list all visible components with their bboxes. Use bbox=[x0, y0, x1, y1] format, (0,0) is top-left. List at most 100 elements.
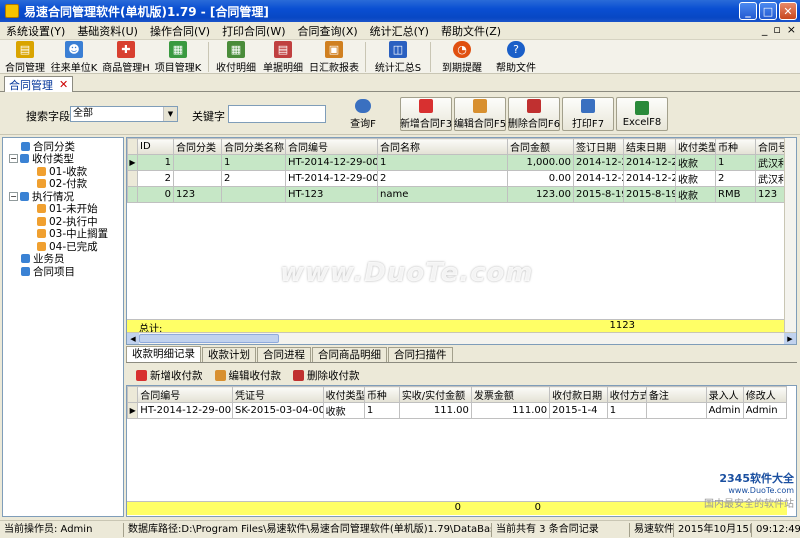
column-header[interactable]: 合同分类名称 bbox=[221, 138, 286, 155]
table-cell[interactable] bbox=[645, 402, 707, 419]
table-row[interactable]: 0 123 HT-123 name 123.00 2015-8-19 2015-… bbox=[127, 186, 788, 203]
column-header[interactable]: ID bbox=[137, 138, 174, 155]
edit-contract-button[interactable]: 编辑合同F5 bbox=[454, 97, 506, 131]
table-cell[interactable]: name bbox=[377, 186, 508, 203]
table-row[interactable]: HT-2014-12-29-00 SK-2015-03-04-00 收款 1 1… bbox=[127, 402, 788, 419]
table-cell[interactable]: 1 bbox=[221, 154, 286, 171]
edit-payment-button[interactable]: 编辑收付款 bbox=[214, 368, 281, 383]
table-cell[interactable]: 2014-12-2 bbox=[623, 170, 676, 187]
menu-item-print-contract[interactable]: 打印合同(W) bbox=[216, 23, 291, 39]
column-header[interactable]: 结束日期 bbox=[623, 138, 676, 155]
mdi-minimize-button[interactable]: _ bbox=[762, 23, 768, 36]
menu-item-basic-data[interactable]: 基础资料(U) bbox=[71, 23, 144, 39]
column-header[interactable]: 录入人 bbox=[705, 386, 744, 403]
add-payment-button[interactable]: 新增收付款 bbox=[136, 368, 203, 383]
menu-item-query-contract[interactable]: 合同查询(X) bbox=[292, 23, 364, 39]
print-button[interactable]: 打印F7 bbox=[562, 97, 614, 131]
column-header[interactable]: 币种 bbox=[363, 386, 400, 403]
table-cell[interactable]: Admin bbox=[742, 402, 788, 419]
vertical-scrollbar[interactable] bbox=[784, 138, 796, 333]
table-cell[interactable]: 1 bbox=[715, 154, 756, 171]
tab-contract-scans[interactable]: 合同扫描件 bbox=[388, 347, 453, 362]
column-header[interactable]: 币种 bbox=[715, 138, 756, 155]
close-button[interactable]: ✕ bbox=[779, 2, 797, 20]
table-cell[interactable]: 1 bbox=[377, 154, 508, 171]
table-cell[interactable]: HT-2014-12-29-00 bbox=[285, 154, 378, 171]
table-cell[interactable]: 2014-12-2 bbox=[623, 154, 676, 171]
column-header[interactable]: 收付类型 bbox=[322, 386, 365, 403]
table-cell[interactable]: SK-2015-03-04-00 bbox=[232, 402, 324, 419]
search-field-select[interactable]: 全部 ▼ bbox=[70, 106, 178, 122]
column-header[interactable]: 合同分类 bbox=[173, 138, 222, 155]
table-cell[interactable]: 2 bbox=[137, 170, 174, 187]
column-header[interactable]: 签订日期 bbox=[573, 138, 624, 155]
tab-contract-manage[interactable]: 合同管理 ✕ bbox=[4, 76, 74, 92]
table-cell[interactable]: 收款 bbox=[675, 154, 716, 171]
table-cell[interactable]: 2015-8-19 bbox=[623, 186, 676, 203]
table-cell[interactable]: 武汉利 bbox=[755, 154, 788, 171]
excel-export-button[interactable]: ExcelF8 bbox=[616, 97, 668, 131]
table-cell[interactable] bbox=[173, 170, 222, 187]
table-cell[interactable]: 2 bbox=[715, 170, 756, 187]
maximize-button[interactable]: □ bbox=[759, 2, 777, 20]
table-cell[interactable]: 2015-8-19 bbox=[573, 186, 624, 203]
table-cell[interactable]: 111.00 bbox=[470, 402, 551, 419]
column-header[interactable]: 合同号 bbox=[755, 138, 788, 155]
table-cell[interactable] bbox=[173, 154, 222, 171]
table-cell[interactable]: 2014-12-2 bbox=[573, 154, 624, 171]
toolbar-help-button[interactable]: ? 帮助文件 bbox=[489, 40, 543, 74]
table-cell[interactable]: 0 bbox=[137, 186, 174, 203]
column-header[interactable]: 实收/实付金额 bbox=[398, 386, 472, 403]
column-header[interactable]: 收付款日期 bbox=[549, 386, 608, 403]
menu-item-statistics[interactable]: 统计汇总(Y) bbox=[364, 23, 435, 39]
toolbar-partners-button[interactable]: ☻ 往来单位K bbox=[48, 40, 100, 74]
toolbar-goods-button[interactable]: ✚ 商品管理H bbox=[100, 40, 152, 74]
tab-payment-records[interactable]: 收款明细记录 bbox=[126, 346, 201, 362]
toolbar-project-button[interactable]: ▦ 项目管理K bbox=[152, 40, 204, 74]
column-header[interactable]: 备注 bbox=[645, 386, 707, 403]
toolbar-daily-report-button[interactable]: ▣ 日汇款报表 bbox=[307, 40, 361, 74]
delete-contract-button[interactable]: 删除合同F6 bbox=[508, 97, 560, 131]
column-header[interactable]: 凭证号 bbox=[232, 386, 324, 403]
table-cell[interactable]: 1 bbox=[363, 402, 400, 419]
table-row[interactable]: 1 1 HT-2014-12-29-00 1 1,000.00 2014-12-… bbox=[127, 154, 788, 171]
toolbar-expiry-reminder-button[interactable]: ◔ 到期提醒 bbox=[435, 40, 489, 74]
scroll-thumb[interactable] bbox=[139, 334, 279, 343]
table-cell[interactable]: 2 bbox=[221, 170, 286, 187]
table-cell[interactable]: 收款 bbox=[675, 186, 716, 203]
keyword-input[interactable] bbox=[228, 105, 326, 123]
tab-payment-plan[interactable]: 收款计划 bbox=[202, 347, 256, 362]
collapse-icon[interactable]: − bbox=[9, 154, 18, 164]
column-header[interactable]: 发票金额 bbox=[470, 386, 551, 403]
table-cell[interactable]: 2015-1-4 bbox=[549, 402, 608, 419]
table-cell[interactable]: Admin bbox=[705, 402, 744, 419]
table-cell[interactable]: 123 bbox=[173, 186, 222, 203]
minimize-button[interactable]: _ bbox=[739, 2, 757, 20]
chevron-down-icon[interactable]: ▼ bbox=[163, 107, 177, 121]
table-cell[interactable]: 111.00 bbox=[398, 402, 472, 419]
table-cell[interactable]: 武汉利 bbox=[755, 170, 788, 187]
table-cell[interactable]: RMB bbox=[715, 186, 756, 203]
column-header[interactable]: 收付类型 bbox=[675, 138, 716, 155]
tree-node-contract-project[interactable]: 合同项目 bbox=[3, 265, 123, 278]
tab-contract-goods[interactable]: 合同商品明细 bbox=[312, 347, 387, 362]
table-cell[interactable]: HT-123 bbox=[285, 186, 378, 203]
menu-item-system[interactable]: 系统设置(Y) bbox=[0, 23, 71, 39]
table-cell[interactable]: 2014-12-2 bbox=[573, 170, 624, 187]
toolbar-receipt-detail-button[interactable]: ▤ 单据明细 bbox=[259, 40, 307, 74]
menu-item-help[interactable]: 帮助文件(Z) bbox=[435, 23, 507, 39]
table-cell[interactable]: 2 bbox=[377, 170, 508, 187]
toolbar-statistics-button[interactable]: ◫ 统计汇总S bbox=[370, 40, 426, 74]
table-cell[interactable]: 收款 bbox=[675, 170, 716, 187]
table-cell[interactable]: 1,000.00 bbox=[507, 154, 574, 171]
table-cell[interactable]: 收款 bbox=[322, 402, 365, 419]
table-cell[interactable]: 0.00 bbox=[507, 170, 574, 187]
column-header[interactable]: 收付方式 bbox=[606, 386, 647, 403]
query-button[interactable]: 查询F bbox=[340, 97, 386, 131]
column-header[interactable]: 合同名称 bbox=[377, 138, 508, 155]
menu-item-operate-contract[interactable]: 操作合同(V) bbox=[144, 23, 216, 39]
mdi-restore-button[interactable]: ▫ bbox=[773, 23, 780, 36]
new-contract-button[interactable]: 新增合同F3 bbox=[400, 97, 452, 131]
table-cell[interactable]: HT-2014-12-29-00 bbox=[285, 170, 378, 187]
horizontal-scrollbar[interactable]: ◀ ▶ bbox=[127, 332, 796, 344]
